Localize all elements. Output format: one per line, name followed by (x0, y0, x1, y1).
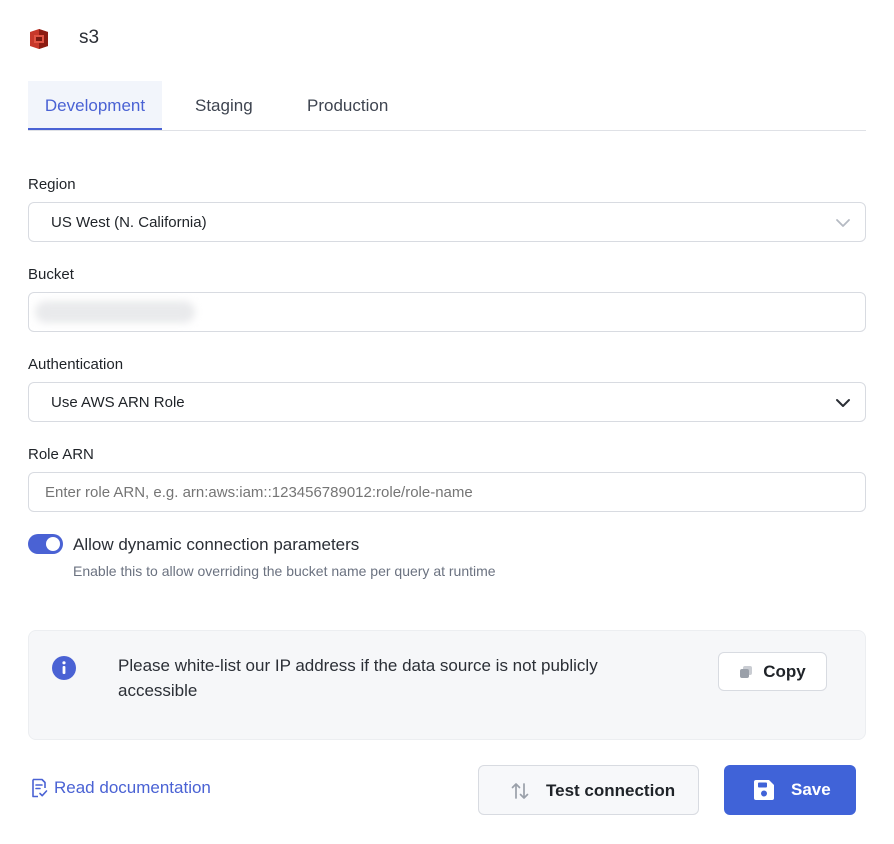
role-arn-label: Role ARN (28, 446, 94, 463)
region-select[interactable]: US West (N. California) (28, 202, 866, 242)
aws-s3-logo-icon (30, 29, 48, 49)
read-documentation-label: Read documentation (54, 778, 211, 797)
toggle-knob (46, 537, 60, 551)
callout-message: Please white-list our IP address if the … (118, 656, 598, 700)
role-arn-input[interactable] (29, 473, 865, 511)
dynamic-params-toggle[interactable] (28, 534, 63, 554)
test-connection-button[interactable]: Test connection (478, 765, 699, 815)
environment-tabs: Development Staging Production (28, 81, 866, 131)
test-connection-label: Test connection (546, 781, 676, 800)
save-label: Save (791, 780, 831, 799)
chevron-down-icon (836, 219, 850, 227)
bucket-value-redacted (35, 301, 195, 323)
datasource-header: s3 (28, 26, 99, 52)
document-check-icon (32, 778, 48, 798)
save-icon (754, 780, 774, 800)
dynamic-params-label: Allow dynamic connection parameters (73, 535, 360, 554)
bucket-label: Bucket (28, 266, 74, 283)
bucket-input[interactable] (28, 292, 866, 332)
tab-production[interactable]: Production (307, 81, 388, 130)
copy-ip-button[interactable]: Copy (718, 652, 827, 691)
authentication-select[interactable]: Use AWS ARN Role (28, 382, 866, 422)
chevron-down-icon (836, 399, 850, 407)
read-documentation-link[interactable]: Read documentation (30, 778, 211, 798)
up-down-arrows-icon (511, 783, 529, 799)
region-label: Region (28, 176, 76, 193)
copy-label: Copy (763, 661, 806, 681)
authentication-value: Use AWS ARN Role (51, 393, 185, 411)
ip-whitelist-callout: Please white-list our IP address if the … (28, 630, 866, 740)
role-arn-field (28, 472, 866, 512)
tab-development[interactable]: Development (28, 81, 162, 130)
info-icon (52, 656, 76, 680)
copy-icon (740, 665, 753, 678)
save-button[interactable]: Save (724, 765, 856, 815)
region-value: US West (N. California) (51, 213, 207, 231)
tab-staging[interactable]: Staging (195, 81, 253, 130)
datasource-name: s3 (79, 27, 100, 48)
dynamic-params-help: Enable this to allow overriding the buck… (73, 563, 496, 579)
authentication-label: Authentication (28, 356, 124, 373)
